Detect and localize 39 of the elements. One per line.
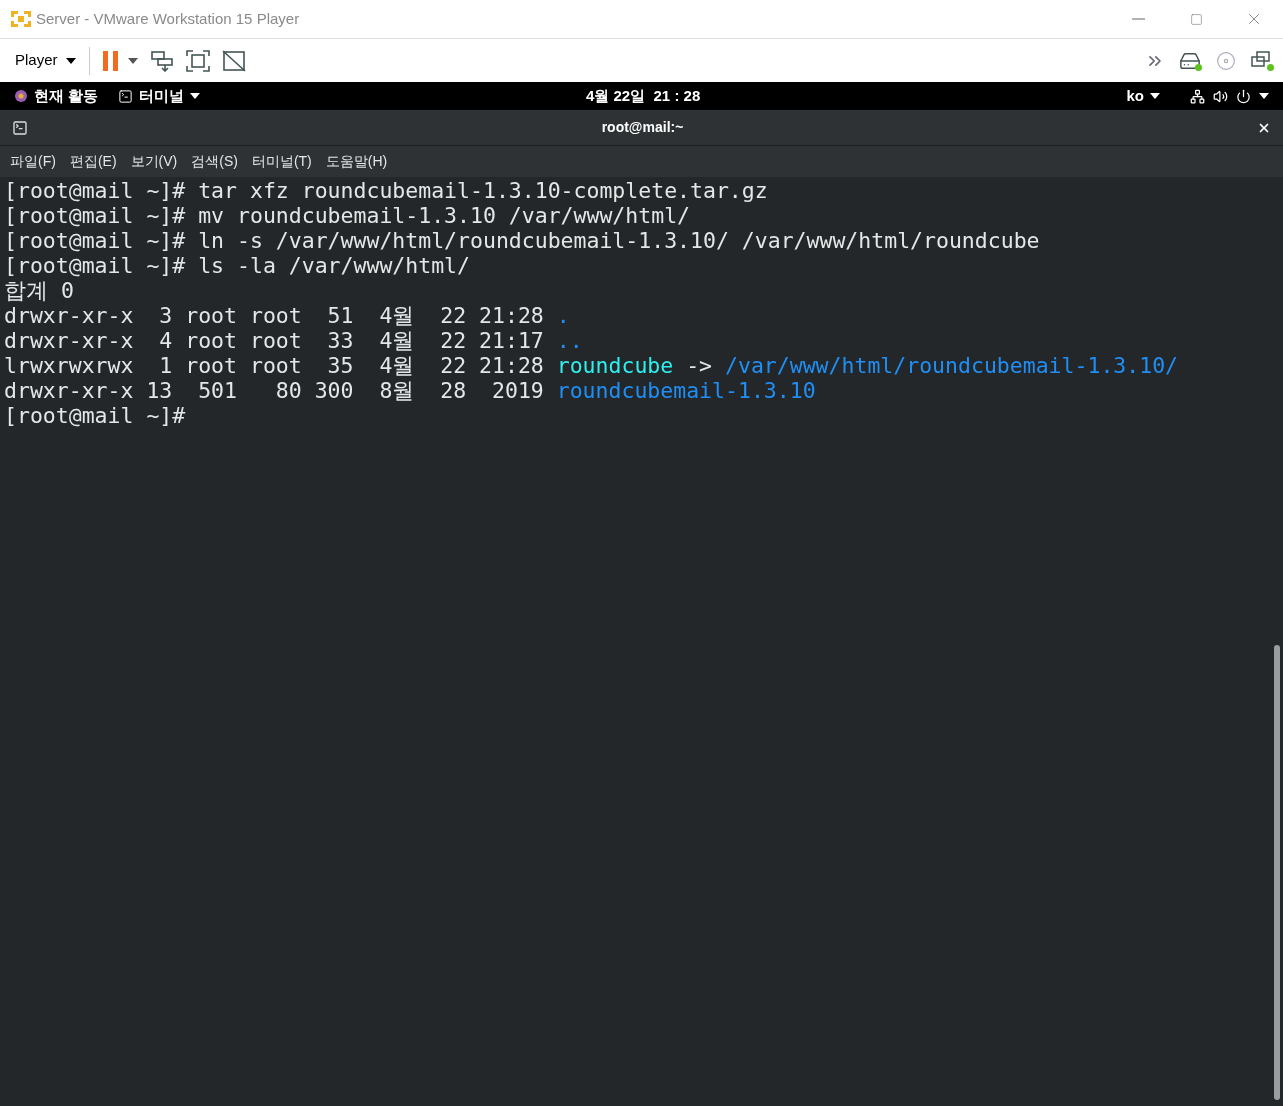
terminal-icon (12, 119, 28, 136)
terminal-line: [root@mail ~]# mv roundcubemail-1.3.10 /var/www/html/ (4, 203, 691, 228)
minimize-icon (1131, 18, 1145, 20)
menu-item[interactable]: 도움말(H) (319, 151, 394, 172)
app-logo-icon (10, 9, 32, 29)
terminal-line: drwxr-xr-x 3 root root 51 4월 22 21:28 . (4, 303, 570, 328)
caret-icon (1259, 93, 1269, 99)
terminal-title: root@mail:~ (600, 118, 685, 137)
app-menu-button[interactable]: 터미널 (118, 82, 201, 110)
menu-item[interactable]: 파일(F) (4, 151, 62, 172)
terminal-line: [root@mail ~]# ln -s /var/www/html/roundcubemail-1.3.10/ /var/www/html/roundcube (4, 228, 1040, 253)
activities-logo-icon (14, 89, 28, 103)
clock[interactable]: 4월 22일 21 : 28 (586, 82, 701, 110)
terminal-line: [root@mail ~]# tar xfz roundcubemail-1.3.10-complete.tar.gz (4, 178, 768, 203)
pause-icon (101, 50, 120, 71)
power-icon (1236, 88, 1251, 104)
player-menu-button[interactable]: Player (8, 44, 83, 77)
menu-item[interactable]: 검색(S) (185, 151, 244, 172)
input-source-button[interactable]: ko (1126, 82, 1160, 110)
menu-item[interactable]: 보기(V) (124, 151, 184, 172)
window-title: Server - VMware Workstation 15 Player (36, 8, 300, 29)
caret-icon (1150, 93, 1160, 99)
maximize-icon (1189, 12, 1203, 26)
volume-icon (1213, 88, 1228, 104)
scrollbar-thumb[interactable] (1274, 645, 1280, 1100)
terminal-line: [root@mail ~]# (4, 403, 186, 428)
caret-icon (127, 57, 138, 64)
terminal-line: 합계 0 (4, 278, 74, 303)
terminal-line: lrwxrwxrwx 1 root root 35 4월 22 21:28 roundcube -> /var/www/html/roundcubemail-1.3.10/ (4, 353, 1179, 378)
terminal-icon (118, 88, 134, 104)
menu-item[interactable]: 터미널(T) (245, 151, 318, 172)
terminal-line: [root@mail ~]# ls -la /var/www/html/ (4, 253, 470, 278)
terminal-line: drwxr-xr-x 13 501 80 300 8월 28 2019 roundcubemail-1.3.10 (4, 378, 816, 403)
activities-button[interactable]: 현재 활동 (14, 82, 99, 110)
network-icon (1190, 88, 1205, 104)
terminal-line: drwxr-xr-x 4 root root 33 4월 22 21:17 .. (4, 328, 583, 353)
caret-icon (65, 57, 76, 64)
menu-item[interactable]: 편집(E) (63, 151, 123, 172)
caret-icon (190, 93, 201, 99)
